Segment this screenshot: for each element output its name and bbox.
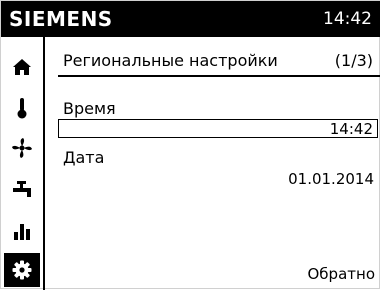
sidebar-item-heating[interactable] — [4, 91, 40, 125]
back-button[interactable]: Обратно — [308, 265, 376, 283]
bar-chart-icon — [14, 224, 30, 240]
fan-icon — [12, 138, 32, 158]
page-indicator: (1/3) — [334, 51, 373, 70]
home-icon — [13, 59, 31, 75]
title-divider — [58, 75, 380, 77]
time-label: Время — [63, 99, 116, 118]
sidebar-item-settings[interactable] — [4, 253, 40, 287]
date-field[interactable]: 01.01.2014 — [288, 170, 374, 188]
date-label: Дата — [63, 148, 105, 167]
sidebar — [1, 37, 45, 290]
thermostat-screen: SIEMENS 14:42 Региональные настройки (1/… — [0, 0, 380, 290]
sidebar-item-statistics[interactable] — [4, 214, 40, 248]
gear-icon — [12, 260, 32, 280]
sidebar-item-home[interactable] — [4, 50, 40, 84]
sidebar-item-hot-water[interactable] — [4, 173, 40, 207]
main-panel: Региональные настройки (1/3) Время 14:42… — [45, 37, 380, 290]
brand-logo: SIEMENS — [9, 7, 113, 31]
thermometer-icon — [17, 98, 27, 119]
clock: 14:42 — [323, 9, 372, 29]
header-bar: SIEMENS 14:42 — [1, 1, 380, 37]
sidebar-item-ventilation[interactable] — [4, 131, 40, 165]
time-value: 14:42 — [329, 120, 373, 138]
faucet-icon — [13, 181, 31, 197]
time-field[interactable]: 14:42 — [58, 119, 378, 138]
page-title: Региональные настройки — [63, 51, 278, 70]
title-row: Региональные настройки (1/3) — [45, 37, 380, 71]
